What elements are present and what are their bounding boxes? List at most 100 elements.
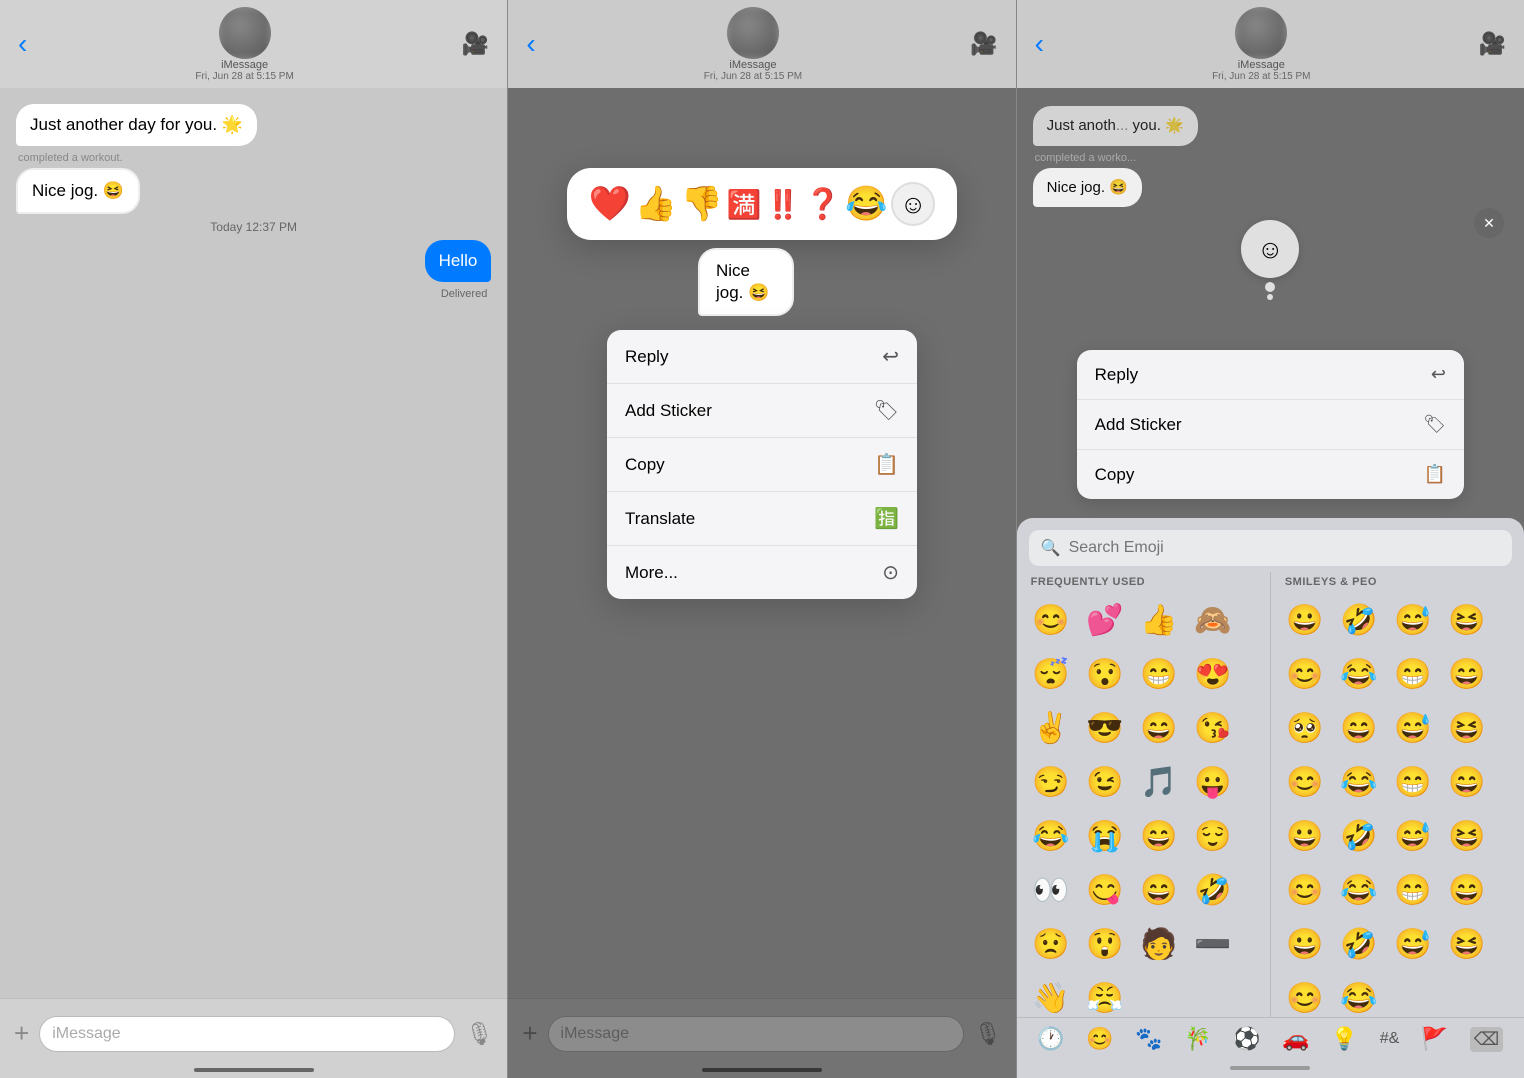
reaction-haha[interactable]: 🈵 [727, 188, 762, 221]
emoji-cell[interactable]: 😂 [1333, 864, 1385, 916]
p3-menu-sticker[interactable]: Add Sticker 🏷 [1077, 400, 1464, 450]
emoji-scroll-area[interactable]: FREQUENTLY USED 😊 💕 👍 🙈 😴 😯 😁 😍 ✌️ 😎 😄 [1017, 572, 1524, 1017]
video-call-button-3[interactable]: 🎥 [1479, 31, 1506, 57]
kb-delete-icon[interactable]: ⌫ [1470, 1027, 1503, 1052]
emoji-cell[interactable]: 😅 [1387, 810, 1439, 862]
kb-food-icon[interactable]: 🎋 [1184, 1026, 1211, 1052]
emoji-cell[interactable]: 😄 [1333, 702, 1385, 754]
emoji-cell[interactable]: 😘 [1187, 702, 1239, 754]
video-call-button-2[interactable]: 🎥 [970, 31, 997, 57]
emoji-cell[interactable]: 😄 [1441, 864, 1493, 916]
emoji-cell[interactable]: 🤣 [1333, 918, 1385, 970]
dismiss-button-3[interactable]: ✕ [1474, 208, 1504, 238]
emoji-cell[interactable]: 😄 [1133, 864, 1185, 916]
emoji-cell[interactable]: 🤣 [1187, 864, 1239, 916]
emoji-cell[interactable]: 🤣 [1333, 810, 1385, 862]
menu-add-sticker[interactable]: Add Sticker 🏷 [607, 384, 917, 438]
emoji-cell[interactable]: 👀 [1025, 864, 1077, 916]
emoji-cell[interactable]: 😊 [1025, 594, 1077, 646]
message-input-1[interactable]: iMessage [39, 1016, 455, 1052]
emoji-cell[interactable]: 🎵 [1133, 756, 1185, 808]
emoji-cell[interactable]: 😊 [1279, 972, 1331, 1017]
emoji-cell[interactable]: 👋 [1025, 972, 1077, 1017]
kb-nature-icon[interactable]: 🐾 [1135, 1026, 1162, 1052]
emoji-cell[interactable]: 😂 [1333, 756, 1385, 808]
emoji-cell[interactable]: 😅 [1387, 702, 1439, 754]
emoji-cell[interactable]: 😊 [1279, 864, 1331, 916]
emoji-cell[interactable]: 😁 [1387, 756, 1439, 808]
emoji-cell[interactable]: 😆 [1441, 594, 1493, 646]
menu-reply[interactable]: Reply ↩ [607, 330, 917, 384]
p3-menu-copy[interactable]: Copy 📋 [1077, 450, 1464, 499]
video-call-button-1[interactable]: 🎥 [462, 31, 489, 57]
p3-copy-icon: 📋 [1424, 464, 1446, 485]
kb-smiley-icon[interactable]: 😊 [1086, 1026, 1113, 1052]
menu-translate[interactable]: Translate 🈯 [607, 492, 917, 546]
emoji-search-input[interactable] [1069, 539, 1500, 557]
emoji-cell[interactable]: 💕 [1079, 594, 1131, 646]
emoji-cell[interactable]: 😅 [1387, 918, 1439, 970]
emoji-cell[interactable]: 😟 [1025, 918, 1077, 970]
emoji-cell[interactable]: ✌️ [1025, 702, 1077, 754]
menu-copy[interactable]: Copy 📋 [607, 438, 917, 492]
emoji-cell[interactable]: 😄 [1133, 702, 1185, 754]
emoji-cell[interactable]: 😂 [1025, 810, 1077, 862]
kb-flags-icon[interactable]: 🚩 [1421, 1026, 1448, 1052]
emoji-cell[interactable]: 😉 [1079, 756, 1131, 808]
emoji-cell[interactable]: 😂 [1333, 648, 1385, 700]
emoji-cell[interactable]: 😎 [1079, 702, 1131, 754]
kb-objects-icon[interactable]: 💡 [1331, 1026, 1358, 1052]
emoji-cell[interactable]: 😁 [1387, 648, 1439, 700]
emoji-cell[interactable]: 👍 [1133, 594, 1185, 646]
reaction-laugh[interactable]: 😂 [845, 184, 887, 224]
emoji-cell[interactable]: 😊 [1279, 756, 1331, 808]
plus-button-1[interactable]: + [14, 1018, 29, 1049]
emoji-cell[interactable]: 😀 [1279, 594, 1331, 646]
emoji-cell[interactable]: 😭 [1079, 810, 1131, 862]
emoji-cell[interactable]: 😆 [1441, 810, 1493, 862]
emoji-cell[interactable]: 😁 [1133, 648, 1185, 700]
kb-symbols-icon[interactable]: #& [1380, 1030, 1400, 1048]
more-reactions-button[interactable]: ☺ [891, 182, 935, 226]
emoji-cell[interactable]: 😄 [1441, 648, 1493, 700]
kb-clock-icon[interactable]: 🕐 [1037, 1026, 1064, 1052]
reaction-thumbsdown[interactable]: 👎 [681, 184, 723, 224]
back-button-1[interactable]: ‹ [18, 28, 27, 60]
emoji-cell[interactable]: 🙈 [1187, 594, 1239, 646]
emoji-cell[interactable]: 😯 [1079, 648, 1131, 700]
emoji-cell[interactable]: 😀 [1279, 810, 1331, 862]
back-button-2[interactable]: ‹ [526, 28, 535, 60]
kb-travel-icon[interactable]: 🚗 [1282, 1026, 1309, 1052]
emoji-cell[interactable]: 😅 [1387, 594, 1439, 646]
emoji-cell[interactable]: 😍 [1187, 648, 1239, 700]
emoji-cell[interactable]: 😁 [1387, 864, 1439, 916]
reaction-thumbsup[interactable]: 👍 [635, 184, 677, 224]
emoji-cell[interactable]: 😤 [1079, 972, 1131, 1017]
reaction-exclamation[interactable]: ‼️ [765, 188, 800, 221]
emoji-search-bar[interactable]: 🔍 [1029, 530, 1512, 566]
mic-button-1[interactable]: 🎙 [465, 1021, 493, 1047]
emoji-cell[interactable]: 😏 [1025, 756, 1077, 808]
emoji-cell[interactable]: 🥺 [1279, 702, 1331, 754]
emoji-cell[interactable]: 😀 [1279, 918, 1331, 970]
reaction-heart[interactable]: ❤️ [589, 184, 631, 224]
p3-menu-reply[interactable]: Reply ↩ [1077, 350, 1464, 400]
emoji-cell[interactable]: 🧑 [1133, 918, 1185, 970]
emoji-cell[interactable]: 😄 [1133, 810, 1185, 862]
emoji-cell[interactable]: 😴 [1025, 648, 1077, 700]
emoji-cell[interactable]: 😆 [1441, 918, 1493, 970]
reaction-question[interactable]: ❓ [804, 187, 841, 222]
emoji-cell[interactable]: 🤣 [1333, 594, 1385, 646]
emoji-cell[interactable]: 😲 [1079, 918, 1131, 970]
back-button-3[interactable]: ‹ [1035, 28, 1044, 60]
emoji-cell[interactable]: 😊 [1279, 648, 1331, 700]
emoji-cell[interactable]: 😄 [1441, 756, 1493, 808]
emoji-cell[interactable]: 😌 [1187, 810, 1239, 862]
emoji-cell[interactable]: 😂 [1333, 972, 1385, 1017]
emoji-cell[interactable]: 😋 [1079, 864, 1131, 916]
kb-activity-icon[interactable]: ⚽ [1233, 1026, 1260, 1052]
emoji-cell[interactable]: 😆 [1441, 702, 1493, 754]
emoji-cell[interactable]: 😛 [1187, 756, 1239, 808]
menu-more[interactable]: More... ⊙ [607, 546, 917, 599]
emoji-cell[interactable]: ➖ [1187, 918, 1239, 970]
